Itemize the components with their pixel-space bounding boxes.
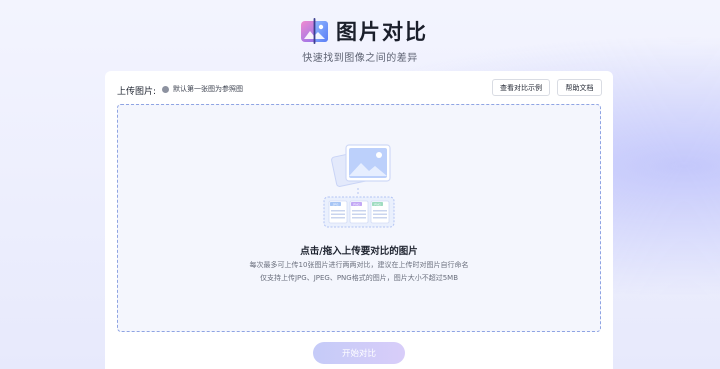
info-circle-icon [162, 85, 169, 93]
upload-card: 上传图片: 默认第一张图为参照图 查看对比示例 帮助文档 JPG PNG PNG… [105, 71, 613, 369]
page-title: 图片对比 [336, 20, 428, 44]
dropzone-hint-limit: 每次最多可上传10张图片进行两两对比，建议在上传时对图片自行命名 [249, 261, 469, 269]
default-reference-hint: 默认第一张图为参照图 [162, 84, 243, 94]
dropzone-hint-formats: 仅支持上传JPG、JPEG、PNG格式的图片，图片大小不超过5MB [259, 274, 459, 282]
image-upload-illustration-icon: JPG PNG PNG [323, 144, 395, 228]
page-subtitle: 快速找到图像之间的差异 [302, 53, 418, 64]
help-docs-button[interactable]: 帮助文档 [557, 79, 602, 96]
default-hint-text: 默认第一张图为参照图 [173, 85, 243, 93]
view-example-button[interactable]: 查看对比示例 [492, 79, 550, 96]
image-compare-logo-icon [301, 18, 328, 44]
upload-dropzone[interactable]: JPG PNG PNG 点击/拖入上传要对比的图片 每次最多可上传10张图片进行… [117, 104, 601, 332]
dropzone-title: 点击/拖入上传要对比的图片 [300, 246, 418, 257]
file-type-label: PNG [374, 202, 381, 206]
start-compare-button[interactable]: 开始对比 [313, 342, 405, 364]
file-type-label: PNG [353, 202, 360, 206]
upload-label: 上传图片: [117, 87, 157, 97]
page-header: 图片对比 快速找到图像之间的差异 [0, 0, 720, 72]
file-type-label: JPG [333, 202, 340, 206]
